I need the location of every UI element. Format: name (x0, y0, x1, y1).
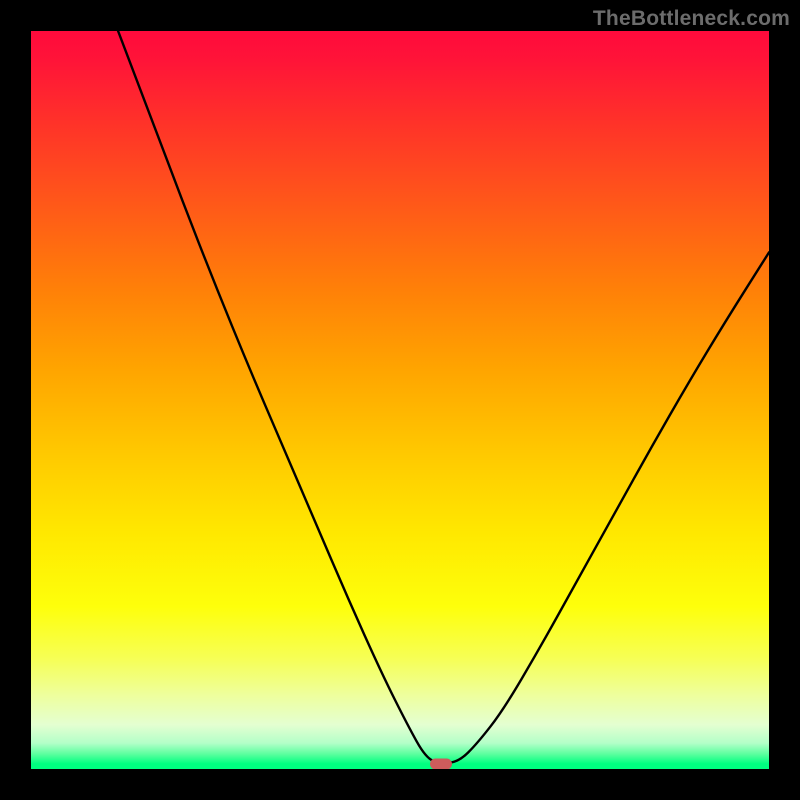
curve-svg (31, 31, 769, 769)
optimum-marker (430, 758, 452, 769)
bottleneck-curve (118, 31, 769, 763)
plot-area (31, 31, 769, 769)
watermark-text: TheBottleneck.com (593, 7, 790, 31)
chart-frame: TheBottleneck.com (0, 0, 800, 800)
